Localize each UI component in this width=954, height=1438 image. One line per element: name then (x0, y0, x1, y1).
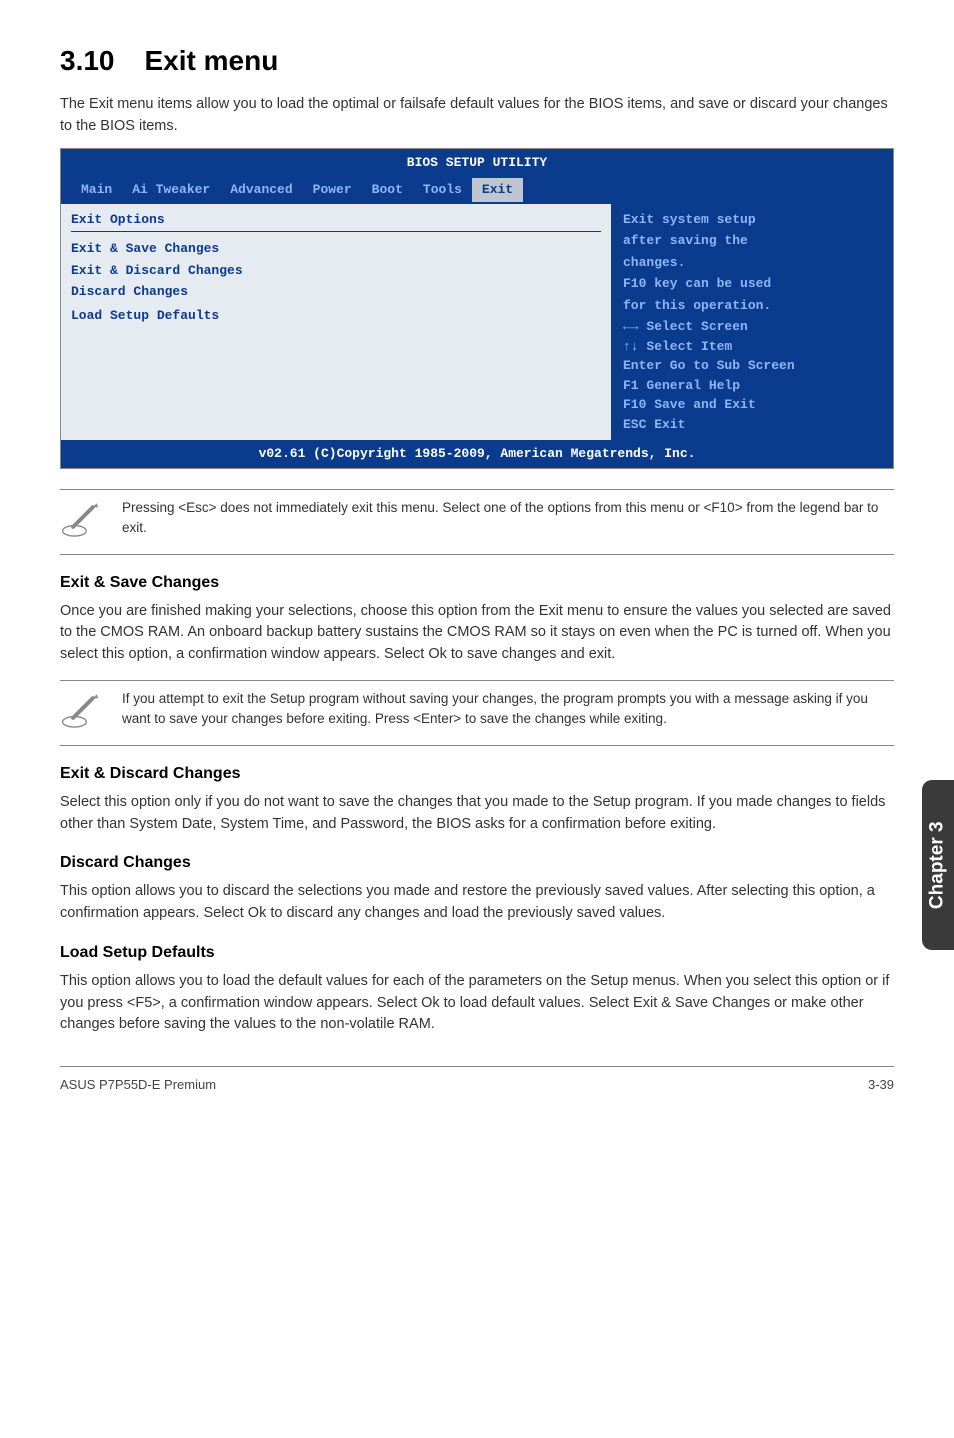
pencil-note-icon (60, 498, 102, 546)
bios-help-line: F10 key can be used (623, 274, 883, 294)
pencil-note-icon (60, 689, 102, 737)
section-title-text: Exit menu (145, 45, 279, 76)
chapter-side-tab: Chapter 3 (922, 780, 954, 950)
subheading-discard: Discard Changes (60, 851, 894, 875)
subheading-discard-exit: Exit & Discard Changes (60, 762, 894, 786)
bios-opt-discard: Discard Changes (71, 281, 601, 303)
bios-tab-aitweaker: Ai Tweaker (122, 178, 220, 202)
chapter-side-tab-label: Chapter 3 (924, 821, 953, 909)
bios-nav-help: ←→ Select Screen ↑↓ Select Item Enter Go… (623, 317, 883, 434)
body-defaults: This option allows you to load the defau… (60, 971, 894, 1036)
footer-left: ASUS P7P55D-E Premium (60, 1075, 216, 1095)
body-save: Once you are finished making your select… (60, 601, 894, 666)
bios-help-line: changes. (623, 253, 883, 273)
bios-nav-line: ↑↓ Select Item (623, 337, 883, 357)
page-footer: ASUS P7P55D-E Premium 3-39 (60, 1066, 894, 1095)
section-number: 3.10 (60, 45, 115, 76)
bios-menubar: Main Ai Tweaker Advanced Power Boot Tool… (61, 176, 893, 204)
bios-nav-line: ESC Exit (623, 415, 883, 435)
note-text-1: Pressing <Esc> does not immediately exit… (122, 498, 894, 539)
bios-tab-exit: Exit (472, 178, 523, 202)
bios-nav-line: F1 General Help (623, 376, 883, 396)
bios-opt-save: Exit & Save Changes (71, 238, 601, 260)
bios-copyright: v02.61 (C)Copyright 1985-2009, American … (61, 440, 893, 468)
bios-nav-line: Enter Go to Sub Screen (623, 356, 883, 376)
bios-tab-tools: Tools (413, 178, 472, 202)
subheading-save: Exit & Save Changes (60, 571, 894, 595)
bios-left-header: Exit Options (71, 210, 601, 230)
bios-help-line: after saving the (623, 231, 883, 251)
bios-help-line: Exit system setup (623, 210, 883, 230)
section-heading: 3.10 Exit menu (60, 40, 894, 82)
bios-nav-line: ←→ Select Screen (623, 317, 883, 337)
section-intro: The Exit menu items allow you to load th… (60, 94, 894, 138)
footer-right: 3-39 (868, 1075, 894, 1095)
subheading-defaults: Load Setup Defaults (60, 941, 894, 965)
note-block-2: If you attempt to exit the Setup program… (60, 680, 894, 746)
bios-title: BIOS SETUP UTILITY (61, 149, 893, 177)
body-discard: This option allows you to discard the se… (60, 881, 894, 925)
bios-tab-advanced: Advanced (220, 178, 302, 202)
bios-help-text: Exit system setup after saving the chang… (623, 210, 883, 318)
bios-tab-power: Power (303, 178, 362, 202)
note-block-1: Pressing <Esc> does not immediately exit… (60, 489, 894, 555)
bios-help-line: for this operation. (623, 296, 883, 316)
bios-opt-defaults: Load Setup Defaults (71, 305, 601, 327)
bios-right-pane: Exit system setup after saving the chang… (613, 204, 893, 441)
note-text-2: If you attempt to exit the Setup program… (122, 689, 894, 730)
bios-nav-line: F10 Save and Exit (623, 395, 883, 415)
bios-divider (71, 231, 601, 232)
bios-screenshot: BIOS SETUP UTILITY Main Ai Tweaker Advan… (60, 148, 894, 469)
bios-opt-discard-exit: Exit & Discard Changes (71, 260, 601, 282)
bios-left-pane: Exit Options Exit & Save Changes Exit & … (61, 204, 613, 441)
bios-tab-boot: Boot (362, 178, 413, 202)
bios-tab-main: Main (71, 178, 122, 202)
body-discard-exit: Select this option only if you do not wa… (60, 792, 894, 836)
